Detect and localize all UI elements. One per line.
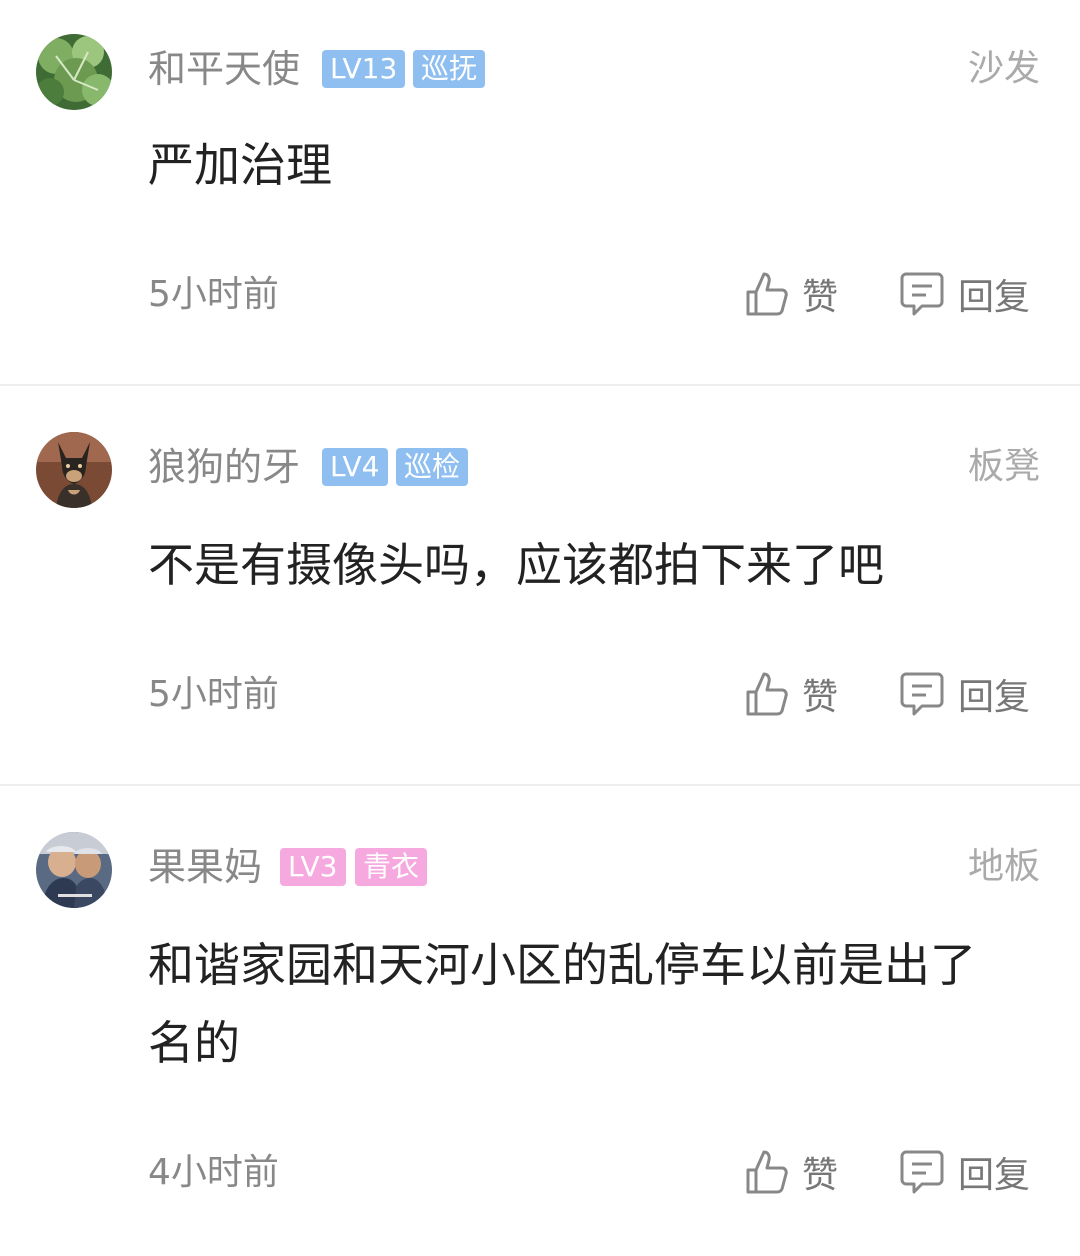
- reply-button[interactable]: 回复: [900, 1146, 1030, 1198]
- like-button[interactable]: 赞: [744, 268, 838, 320]
- reply-label: 回复: [958, 277, 1031, 318]
- thumbs-up-icon: [744, 1148, 788, 1196]
- comment-bubble-icon: [900, 270, 944, 318]
- comment-text: 不是有摄像头吗，应该都拍下来了吧: [148, 538, 884, 592]
- floor-label: 地板: [967, 846, 1040, 887]
- comment-text: 严加治理: [148, 138, 332, 192]
- user-avatar[interactable]: [36, 34, 112, 110]
- floor-label: 沙发: [967, 48, 1040, 89]
- level-badge: LV4: [322, 448, 388, 486]
- like-button[interactable]: 赞: [744, 1146, 838, 1198]
- user-avatar[interactable]: [36, 432, 112, 508]
- level-badge: LV13: [322, 50, 406, 88]
- comment-bubble-icon: [900, 1148, 944, 1196]
- user-avatar[interactable]: [36, 832, 112, 908]
- thumbs-up-icon: [744, 270, 788, 318]
- comment-item: 和平天使 LV13 巡抚 沙发 严加治理 5小时前 赞 回复: [0, 0, 1080, 384]
- timestamp: 4小时前: [148, 1152, 279, 1193]
- username[interactable]: 果果妈: [148, 844, 262, 890]
- comment-item: 狼狗的牙 LV4 巡检 板凳 不是有摄像头吗，应该都拍下来了吧 5小时前 赞 回…: [0, 386, 1080, 784]
- username[interactable]: 狼狗的牙: [148, 444, 300, 490]
- reply-button[interactable]: 回复: [900, 668, 1030, 720]
- reply-button[interactable]: 回复: [900, 268, 1030, 320]
- like-label: 赞: [802, 677, 839, 718]
- like-label: 赞: [802, 1155, 839, 1196]
- timestamp: 5小时前: [148, 674, 279, 715]
- timestamp: 5小时前: [148, 274, 279, 315]
- floor-label: 板凳: [967, 446, 1040, 487]
- reply-label: 回复: [958, 677, 1031, 718]
- role-badge: 巡抚: [413, 50, 486, 88]
- role-badge: 青衣: [355, 848, 428, 886]
- level-badge: LV3: [280, 848, 346, 886]
- comment-text: 和谐家园和天河小区的乱停车以前是出了名的: [148, 938, 976, 1070]
- thumbs-up-icon: [744, 670, 788, 718]
- reply-label: 回复: [958, 1155, 1031, 1196]
- like-label: 赞: [802, 277, 839, 318]
- role-badge: 巡检: [396, 448, 469, 486]
- like-button[interactable]: 赞: [744, 668, 838, 720]
- comment-item: 果果妈 LV3 青衣 地板 和谐家园和天河小区的乱停车以前是出了名的 4小时前 …: [0, 786, 1080, 1256]
- comment-bubble-icon: [900, 670, 944, 718]
- username[interactable]: 和平天使: [148, 46, 300, 92]
